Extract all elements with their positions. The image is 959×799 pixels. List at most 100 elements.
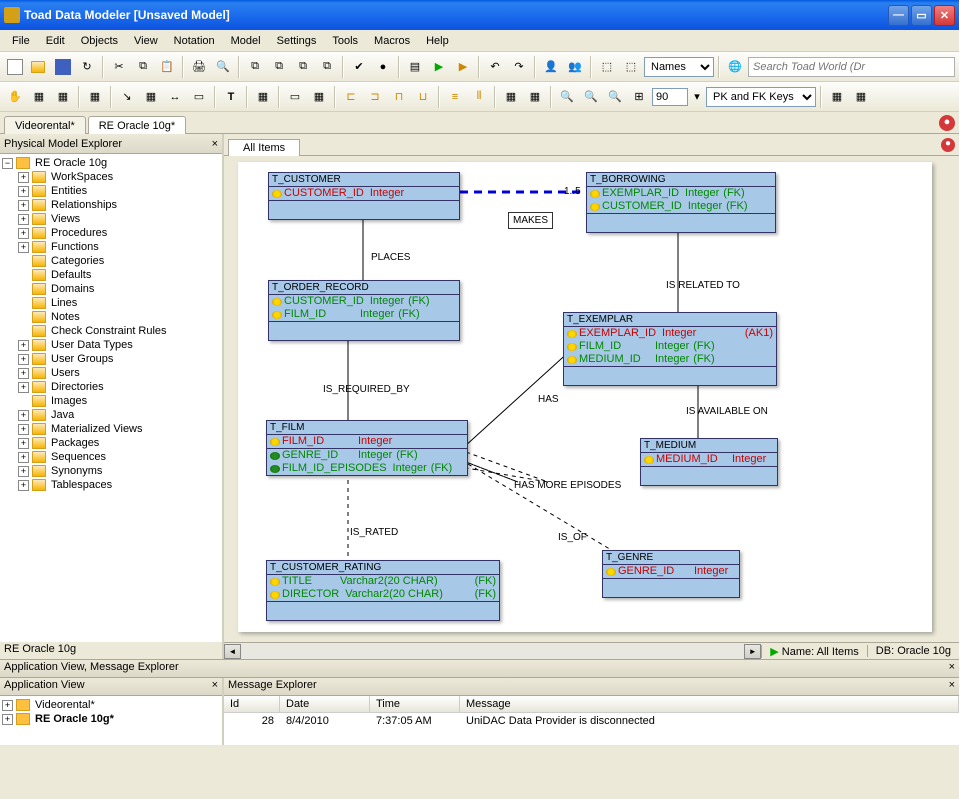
level-tool-2[interactable]: ▦ xyxy=(850,86,872,108)
entity-borrowing[interactable]: T_BORROWING EXEMPLAR_IDInteger(FK) CUSTO… xyxy=(586,172,776,233)
tree-expand-icon[interactable]: + xyxy=(18,340,29,351)
print-preview-button[interactable]: 🔍 xyxy=(212,56,234,78)
close-button[interactable]: ✕ xyxy=(934,5,955,26)
entity-tool-2[interactable]: ▦ xyxy=(52,86,74,108)
users-button[interactable]: 👥 xyxy=(564,56,586,78)
entity-genre[interactable]: T_GENRE GENRE_IDInteger xyxy=(602,550,740,598)
rel-tool-2[interactable]: ▦ xyxy=(140,86,162,108)
hand-tool[interactable]: ✋ xyxy=(4,86,26,108)
tree-item[interactable]: User Groups xyxy=(49,353,115,365)
msg-col-message[interactable]: Message xyxy=(460,696,959,712)
dist-tool-2[interactable]: ⫴ xyxy=(468,86,490,108)
tree-expand-icon[interactable]: + xyxy=(18,228,29,239)
left-panel-close-icon[interactable]: × xyxy=(212,138,218,150)
note-tool[interactable]: ▭ xyxy=(188,86,210,108)
paste-button[interactable]: 📋 xyxy=(156,56,178,78)
tree-item[interactable]: Synonyms xyxy=(49,465,104,477)
script-button[interactable]: ▤ xyxy=(404,56,426,78)
names-dropdown[interactable]: Names xyxy=(644,57,714,77)
app-view-close[interactable]: × xyxy=(212,679,218,694)
refresh-button[interactable]: ↻ xyxy=(76,56,98,78)
tree-expand-icon[interactable] xyxy=(18,270,29,281)
tree-item[interactable]: Views xyxy=(49,213,82,225)
stamp-tool[interactable]: ▦ xyxy=(252,86,274,108)
tree-expand-icon[interactable] xyxy=(18,396,29,407)
msg-col-time[interactable]: Time xyxy=(370,696,460,712)
tree-expand-icon[interactable]: + xyxy=(18,466,29,477)
scroll-left-button[interactable]: ◄ xyxy=(224,644,241,659)
entity-customer[interactable]: T_CUSTOMER CUSTOMER_IDInteger xyxy=(268,172,460,220)
tree-item[interactable]: Functions xyxy=(49,241,101,253)
tree-expand-icon[interactable]: + xyxy=(18,214,29,225)
pointer-tool[interactable]: ▭ xyxy=(284,86,306,108)
msg-close[interactable]: × xyxy=(949,679,955,694)
menu-help[interactable]: Help xyxy=(418,33,457,49)
tree-collapse-icon[interactable]: − xyxy=(2,158,13,169)
tree-item[interactable]: Directories xyxy=(49,381,106,393)
rel-tool-3[interactable]: ↔ xyxy=(164,86,186,108)
entity-customer-rating[interactable]: T_CUSTOMER_RATING TITLEVarchar2(20 CHAR)… xyxy=(266,560,500,621)
tree-expand-icon[interactable]: + xyxy=(18,354,29,365)
test-button[interactable]: ● xyxy=(372,56,394,78)
ungroup-tool[interactable]: ▦ xyxy=(524,86,546,108)
menu-view[interactable]: View xyxy=(126,33,166,49)
tree-expand-icon[interactable]: + xyxy=(18,368,29,379)
tree-item[interactable]: WorkSpaces xyxy=(49,171,115,183)
tree-expand-icon[interactable]: + xyxy=(18,410,29,421)
zoom-tool[interactable]: 🔍 xyxy=(556,86,578,108)
tree-item[interactable]: Lines xyxy=(49,297,79,309)
zoom-spinner[interactable]: ▾ xyxy=(690,86,704,108)
tree-item[interactable]: User Data Types xyxy=(49,339,135,351)
menu-model[interactable]: Model xyxy=(223,33,269,49)
run2-button[interactable]: ▶ xyxy=(452,56,474,78)
entity-medium[interactable]: T_MEDIUM MEDIUM_IDInteger xyxy=(640,438,778,486)
doc-tab-videorental[interactable]: Videorental* xyxy=(4,116,86,134)
cut-button[interactable]: ✂ xyxy=(108,56,130,78)
relation-makes[interactable]: MAKES xyxy=(508,212,553,229)
menu-file[interactable]: File xyxy=(4,33,38,49)
canvas-tab-all[interactable]: All Items xyxy=(228,139,300,156)
compare-button[interactable]: ⧉ xyxy=(244,56,266,78)
print-button[interactable]: 🖨 xyxy=(188,56,210,78)
menu-macros[interactable]: Macros xyxy=(366,33,418,49)
level-tool-1[interactable]: ▦ xyxy=(826,86,848,108)
tree-expand-icon[interactable]: + xyxy=(18,172,29,183)
menu-objects[interactable]: Objects xyxy=(73,33,126,49)
tree-expand-icon[interactable]: + xyxy=(18,382,29,393)
tree-item[interactable]: Sequences xyxy=(49,451,108,463)
user-button[interactable]: 👤 xyxy=(540,56,562,78)
diagram-paper[interactable]: T_CUSTOMER CUSTOMER_IDInteger T_BORROWIN… xyxy=(238,162,932,632)
tree-expand-icon[interactable]: + xyxy=(2,714,13,725)
merge-button[interactable]: ⧉ xyxy=(268,56,290,78)
menu-settings[interactable]: Settings xyxy=(269,33,325,49)
entity-film[interactable]: T_FILM FILM_IDInteger GENRE_IDInteger(FK… xyxy=(266,420,468,476)
zoom-input[interactable] xyxy=(652,88,688,106)
redo-button[interactable]: ↷ xyxy=(508,56,530,78)
maximize-button[interactable]: ▭ xyxy=(911,5,932,26)
tree-expand-icon[interactable]: + xyxy=(18,242,29,253)
tree-expand-icon[interactable]: + xyxy=(18,452,29,463)
tree-expand-icon[interactable]: + xyxy=(18,480,29,491)
model-tree[interactable]: − RE Oracle 10g +WorkSpaces+Entities+Rel… xyxy=(0,154,222,641)
entity-order-record[interactable]: T_ORDER_RECORD CUSTOMER_IDInteger(FK) FI… xyxy=(268,280,460,341)
copy-button[interactable]: ⧉ xyxy=(132,56,154,78)
bottom-combined-close[interactable]: × xyxy=(949,661,955,676)
group-tool[interactable]: ▦ xyxy=(500,86,522,108)
tree-expand-icon[interactable] xyxy=(18,312,29,323)
verify-button[interactable]: ✔ xyxy=(348,56,370,78)
tree-expand-icon[interactable]: + xyxy=(18,186,29,197)
tree-item[interactable]: Notes xyxy=(49,311,82,323)
new-button[interactable] xyxy=(4,56,26,78)
tree-expand-icon[interactable]: + xyxy=(18,438,29,449)
canvas-tab-close[interactable]: ● xyxy=(941,138,955,152)
zoom-in-tool[interactable]: 🔍 xyxy=(580,86,602,108)
tree-expand-icon[interactable] xyxy=(18,284,29,295)
tree-item[interactable]: Entities xyxy=(49,185,89,197)
zoom-out-tool[interactable]: 🔍 xyxy=(604,86,626,108)
reverse-button[interactable]: ⬚ xyxy=(596,56,618,78)
tree-root[interactable]: RE Oracle 10g xyxy=(33,157,109,169)
doc-tab-re-oracle[interactable]: RE Oracle 10g* xyxy=(88,116,186,134)
tree-item[interactable]: Defaults xyxy=(49,269,93,281)
close-tab-button[interactable]: ● xyxy=(939,115,955,131)
tree-expand-icon[interactable] xyxy=(18,256,29,267)
